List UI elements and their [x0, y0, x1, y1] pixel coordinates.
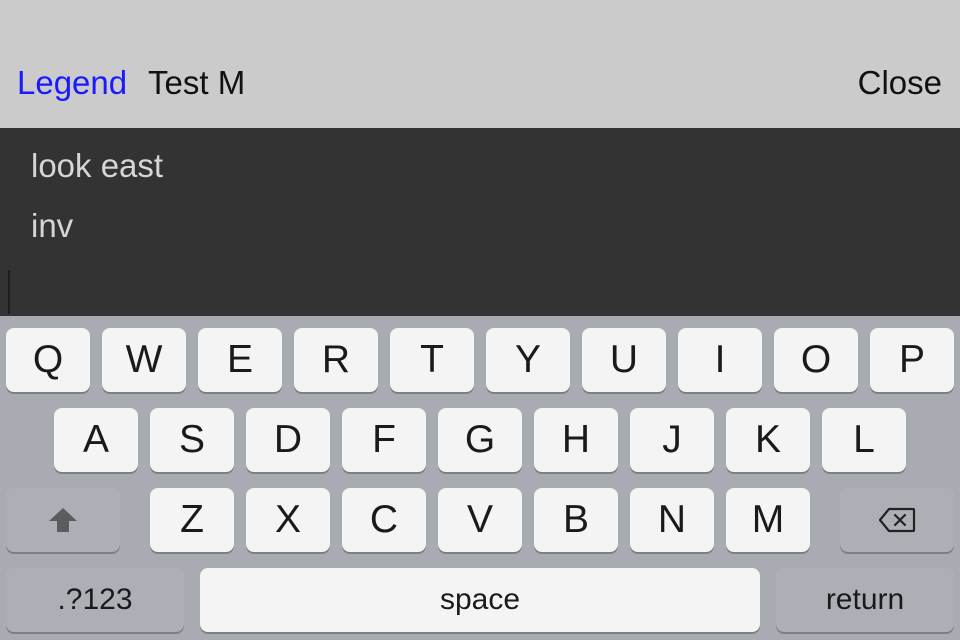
key-b[interactable]: B — [534, 488, 618, 552]
key-x[interactable]: X — [246, 488, 330, 552]
legend-button[interactable]: Legend — [17, 63, 127, 103]
backspace-icon — [878, 507, 916, 533]
terminal-output[interactable]: look east inv — [0, 128, 960, 316]
key-l[interactable]: L — [822, 408, 906, 472]
terminal-line: look east — [31, 147, 164, 184]
key-f[interactable]: F — [342, 408, 426, 472]
key-label: V — [466, 498, 493, 541]
shift-key[interactable] — [6, 488, 120, 552]
key-j[interactable]: J — [630, 408, 714, 472]
key-label: L — [853, 418, 875, 461]
key-h[interactable]: H — [534, 408, 618, 472]
key-label: R — [321, 338, 351, 381]
navigation-bar: Legend Test M Close — [0, 0, 960, 128]
key-label: M — [751, 498, 785, 541]
key-y[interactable]: Y — [486, 328, 570, 392]
nav-title: Test M — [148, 64, 246, 101]
space-key[interactable]: space — [200, 568, 760, 632]
key-label: O — [800, 338, 832, 381]
key-label: N — [657, 498, 687, 541]
key-label: G — [464, 418, 496, 461]
key-w[interactable]: W — [102, 328, 186, 392]
key-label: S — [178, 418, 205, 461]
key-label: T — [420, 338, 444, 381]
key-s[interactable]: S — [150, 408, 234, 472]
key-z[interactable]: Z — [150, 488, 234, 552]
key-label: E — [226, 338, 253, 381]
close-button[interactable]: Close — [858, 63, 942, 103]
key-label: P — [898, 338, 925, 381]
key-label: F — [372, 418, 396, 461]
key-g[interactable]: G — [438, 408, 522, 472]
numbers-key[interactable]: .?123 — [6, 568, 184, 632]
onscreen-keyboard: Q W E R T Y U I O P A S D F G H J K L Z … — [0, 316, 960, 640]
key-label: D — [273, 418, 303, 461]
key-label: H — [561, 418, 591, 461]
terminal-line: inv — [31, 207, 74, 244]
key-p[interactable]: P — [870, 328, 954, 392]
key-n[interactable]: N — [630, 488, 714, 552]
shift-arrow-icon — [47, 506, 79, 534]
return-key[interactable]: return — [776, 568, 954, 632]
key-a[interactable]: A — [54, 408, 138, 472]
key-d[interactable]: D — [246, 408, 330, 472]
key-e[interactable]: E — [198, 328, 282, 392]
key-label: Z — [180, 498, 204, 541]
key-label: return — [825, 583, 905, 616]
key-label: X — [274, 498, 301, 541]
key-q[interactable]: Q — [6, 328, 90, 392]
key-label: A — [82, 418, 109, 461]
key-label: K — [754, 418, 781, 461]
key-label: space — [439, 583, 521, 616]
key-r[interactable]: R — [294, 328, 378, 392]
key-label: W — [125, 338, 163, 381]
text-input-caret[interactable] — [8, 270, 10, 314]
key-t[interactable]: T — [390, 328, 474, 392]
backspace-key[interactable] — [840, 488, 954, 552]
key-c[interactable]: C — [342, 488, 426, 552]
key-v[interactable]: V — [438, 488, 522, 552]
key-k[interactable]: K — [726, 408, 810, 472]
key-label: Y — [514, 338, 541, 381]
key-label: J — [662, 418, 682, 461]
key-label: I — [714, 338, 726, 381]
key-label: .?123 — [57, 583, 133, 616]
key-label: Q — [32, 338, 64, 381]
key-m[interactable]: M — [726, 488, 810, 552]
key-i[interactable]: I — [678, 328, 762, 392]
key-label: C — [369, 498, 399, 541]
key-label: B — [562, 498, 589, 541]
key-u[interactable]: U — [582, 328, 666, 392]
key-o[interactable]: O — [774, 328, 858, 392]
key-label: U — [609, 338, 639, 381]
